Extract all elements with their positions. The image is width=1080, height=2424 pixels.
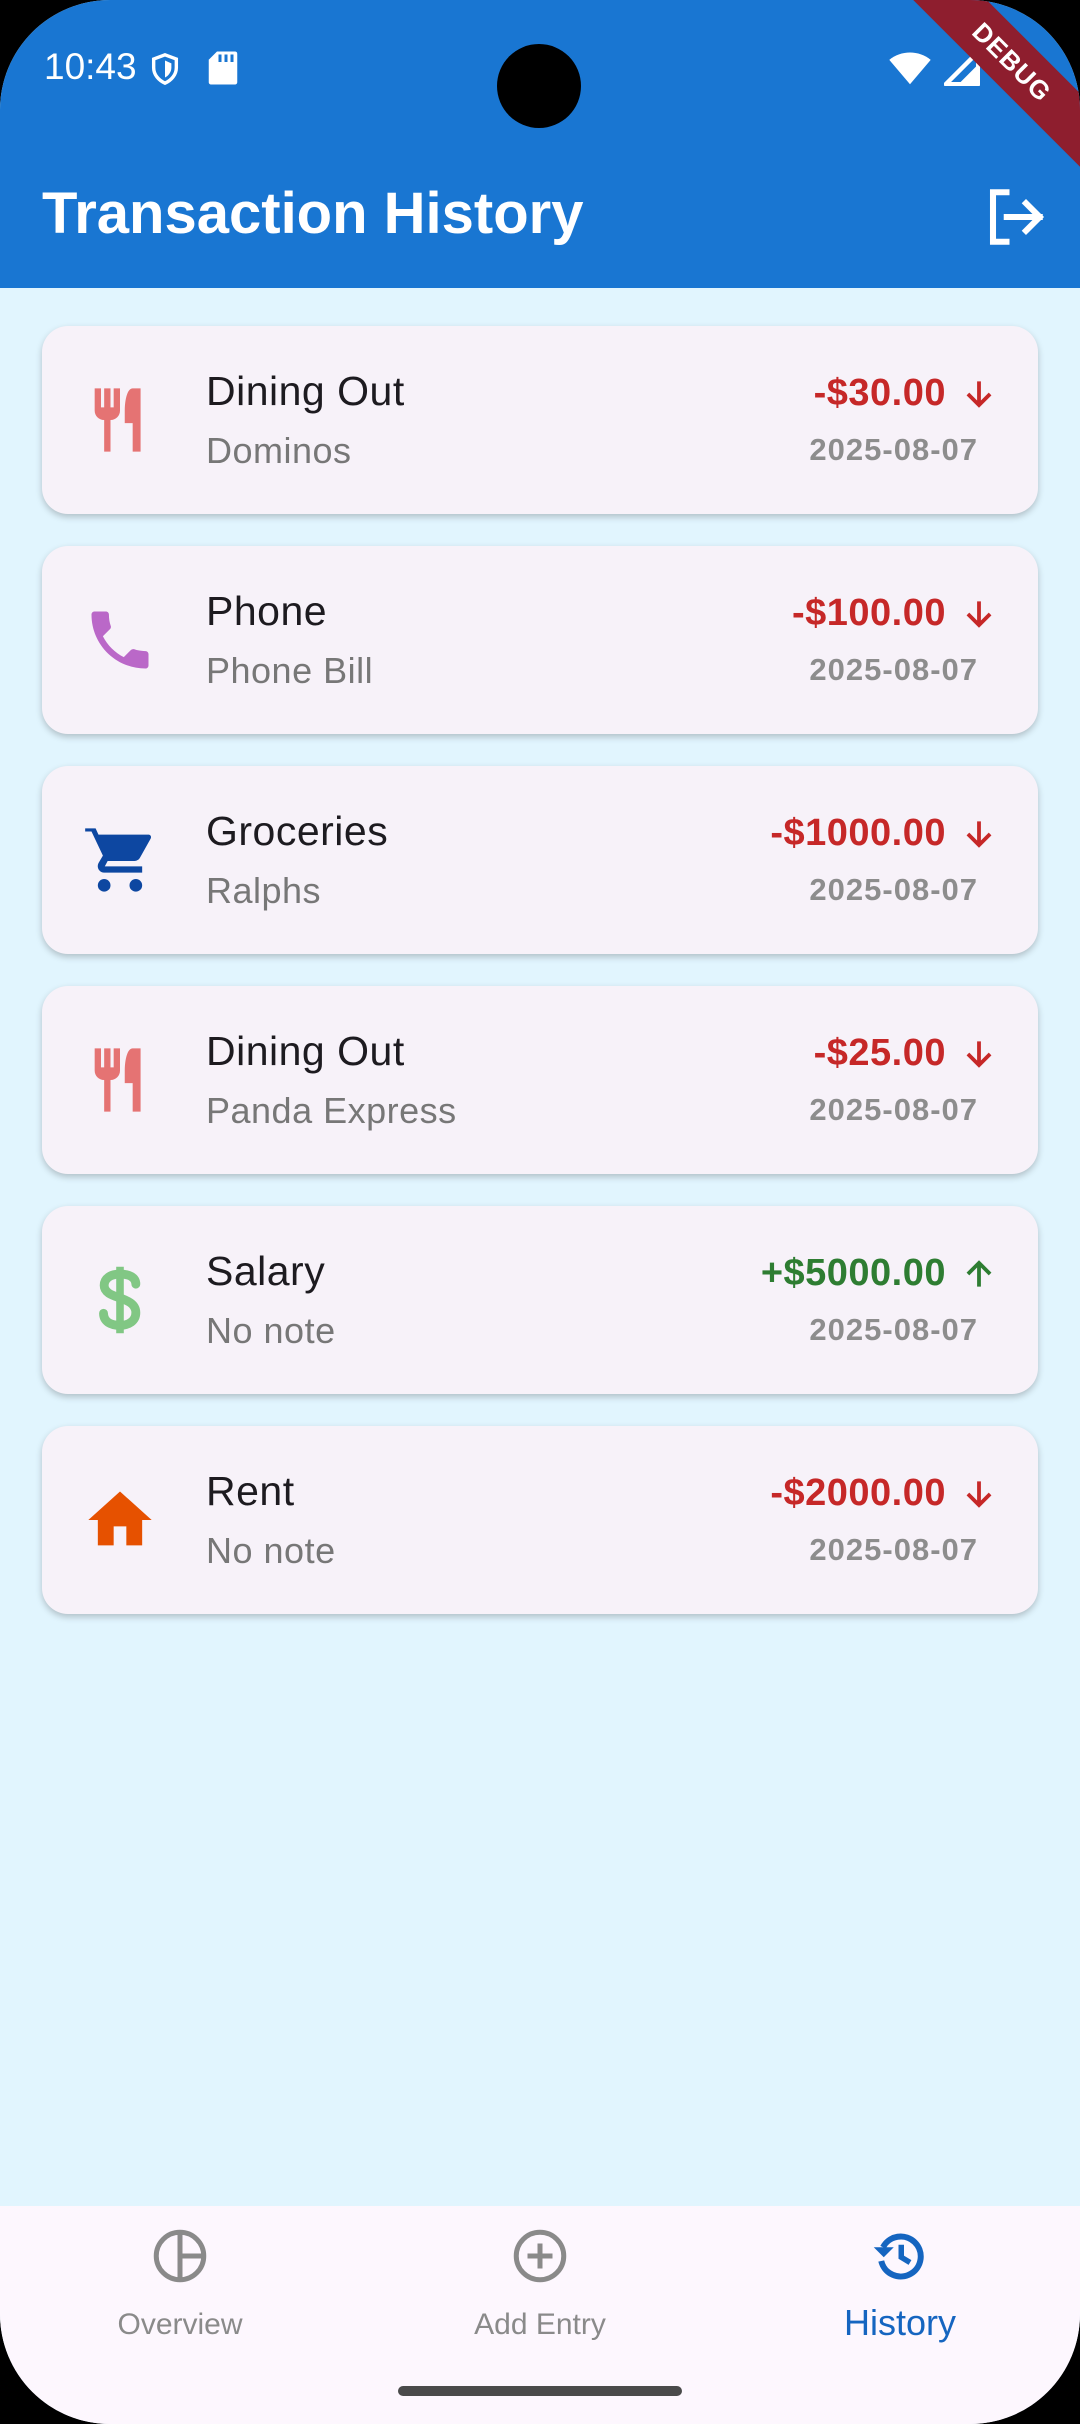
transaction-amount: -$1000.00 xyxy=(770,812,946,854)
transaction-category: Dining Out xyxy=(206,368,405,414)
transaction-category: Dining Out xyxy=(206,1028,405,1074)
transaction-card[interactable]: Phone Phone Bill -$100.00 2025-08-07 xyxy=(42,546,1038,734)
nav-label: Add Entry xyxy=(474,2308,606,2341)
transaction-date: 2025-08-07 xyxy=(809,1532,978,1567)
transaction-note: Ralphs xyxy=(206,870,322,911)
phone-icon xyxy=(91,611,149,669)
transaction-card[interactable]: Dining Out Panda Express -$25.00 2025-08… xyxy=(42,986,1038,1174)
transaction-amount: -$30.00 xyxy=(813,372,946,414)
transaction-category: Salary xyxy=(206,1248,326,1294)
transaction-amount-group: -$25.00 xyxy=(814,1032,998,1075)
front-camera xyxy=(497,44,581,128)
transaction-note: Phone Bill xyxy=(206,650,374,691)
home-icon xyxy=(88,1491,152,1546)
cart-icon xyxy=(85,828,152,892)
restaurant-icon xyxy=(94,388,141,452)
logout-icon[interactable] xyxy=(982,184,1048,250)
transaction-amount-group: -$2000.00 xyxy=(770,1472,998,1515)
transaction-category: Phone xyxy=(206,588,328,634)
transaction-date: 2025-08-07 xyxy=(809,872,978,907)
status-time: 10:43 xyxy=(44,46,137,87)
transaction-amount: +$5000.00 xyxy=(760,1252,946,1294)
debug-banner: DEBUG xyxy=(901,0,1080,173)
sd-card-icon xyxy=(208,51,238,85)
arrow-up-icon xyxy=(966,1259,992,1287)
arrow-down-icon xyxy=(966,1040,992,1068)
transaction-category: Rent xyxy=(206,1468,295,1514)
arrow-down-icon xyxy=(966,380,992,408)
transaction-date: 2025-08-07 xyxy=(809,652,978,687)
phone-screen: 10:43 DEBUG Transaction History Dining O… xyxy=(0,0,1080,2424)
home-indicator[interactable] xyxy=(398,2386,682,2396)
transaction-amount-group: +$5000.00 xyxy=(761,1252,998,1295)
arrow-down-icon xyxy=(966,1480,992,1508)
transaction-note: No note xyxy=(206,1310,336,1351)
transaction-note: Panda Express xyxy=(206,1090,457,1131)
transaction-amount: -$25.00 xyxy=(813,1032,946,1074)
transaction-list: Dining Out Dominos -$30.00 2025-08-07 Ph… xyxy=(42,326,1038,1646)
arrow-down-icon xyxy=(966,600,992,628)
transaction-date: 2025-08-07 xyxy=(809,432,978,467)
transaction-note: Dominos xyxy=(206,430,352,471)
pie-chart-icon xyxy=(153,2229,207,2283)
nav-label: Overview xyxy=(117,2308,243,2341)
transaction-card[interactable]: Salary No note +$5000.00 2025-08-07 xyxy=(42,1206,1038,1394)
restaurant-icon xyxy=(94,1048,141,1112)
transaction-date: 2025-08-07 xyxy=(809,1092,978,1127)
wifi-icon xyxy=(889,52,931,85)
nav-item-history[interactable]: History xyxy=(720,2206,1080,2424)
transaction-category: Groceries xyxy=(206,808,389,854)
dollar-icon xyxy=(99,1266,141,1334)
add-circle-icon xyxy=(513,2229,567,2283)
transaction-amount: -$100.00 xyxy=(791,592,946,634)
transaction-card[interactable]: Rent No note -$2000.00 2025-08-07 xyxy=(42,1426,1038,1614)
nav-label: History xyxy=(843,2302,956,2343)
nav-item-overview[interactable]: Overview xyxy=(0,2206,360,2424)
arrow-down-icon xyxy=(966,820,992,848)
history-icon xyxy=(873,2233,924,2280)
app-header: 10:43 DEBUG Transaction History xyxy=(0,0,1080,288)
shield-icon xyxy=(151,53,179,86)
transaction-card[interactable]: Dining Out Dominos -$30.00 2025-08-07 xyxy=(42,326,1038,514)
transaction-amount: -$2000.00 xyxy=(770,1472,946,1514)
page-title: Transaction History xyxy=(42,181,584,246)
transaction-note: No note xyxy=(206,1530,336,1571)
transaction-date: 2025-08-07 xyxy=(809,1312,978,1347)
transaction-card[interactable]: Groceries Ralphs -$1000.00 2025-08-07 xyxy=(42,766,1038,954)
transaction-amount-group: -$100.00 xyxy=(792,592,998,635)
transaction-amount-group: -$1000.00 xyxy=(770,812,998,855)
transaction-amount-group: -$30.00 xyxy=(814,372,998,415)
